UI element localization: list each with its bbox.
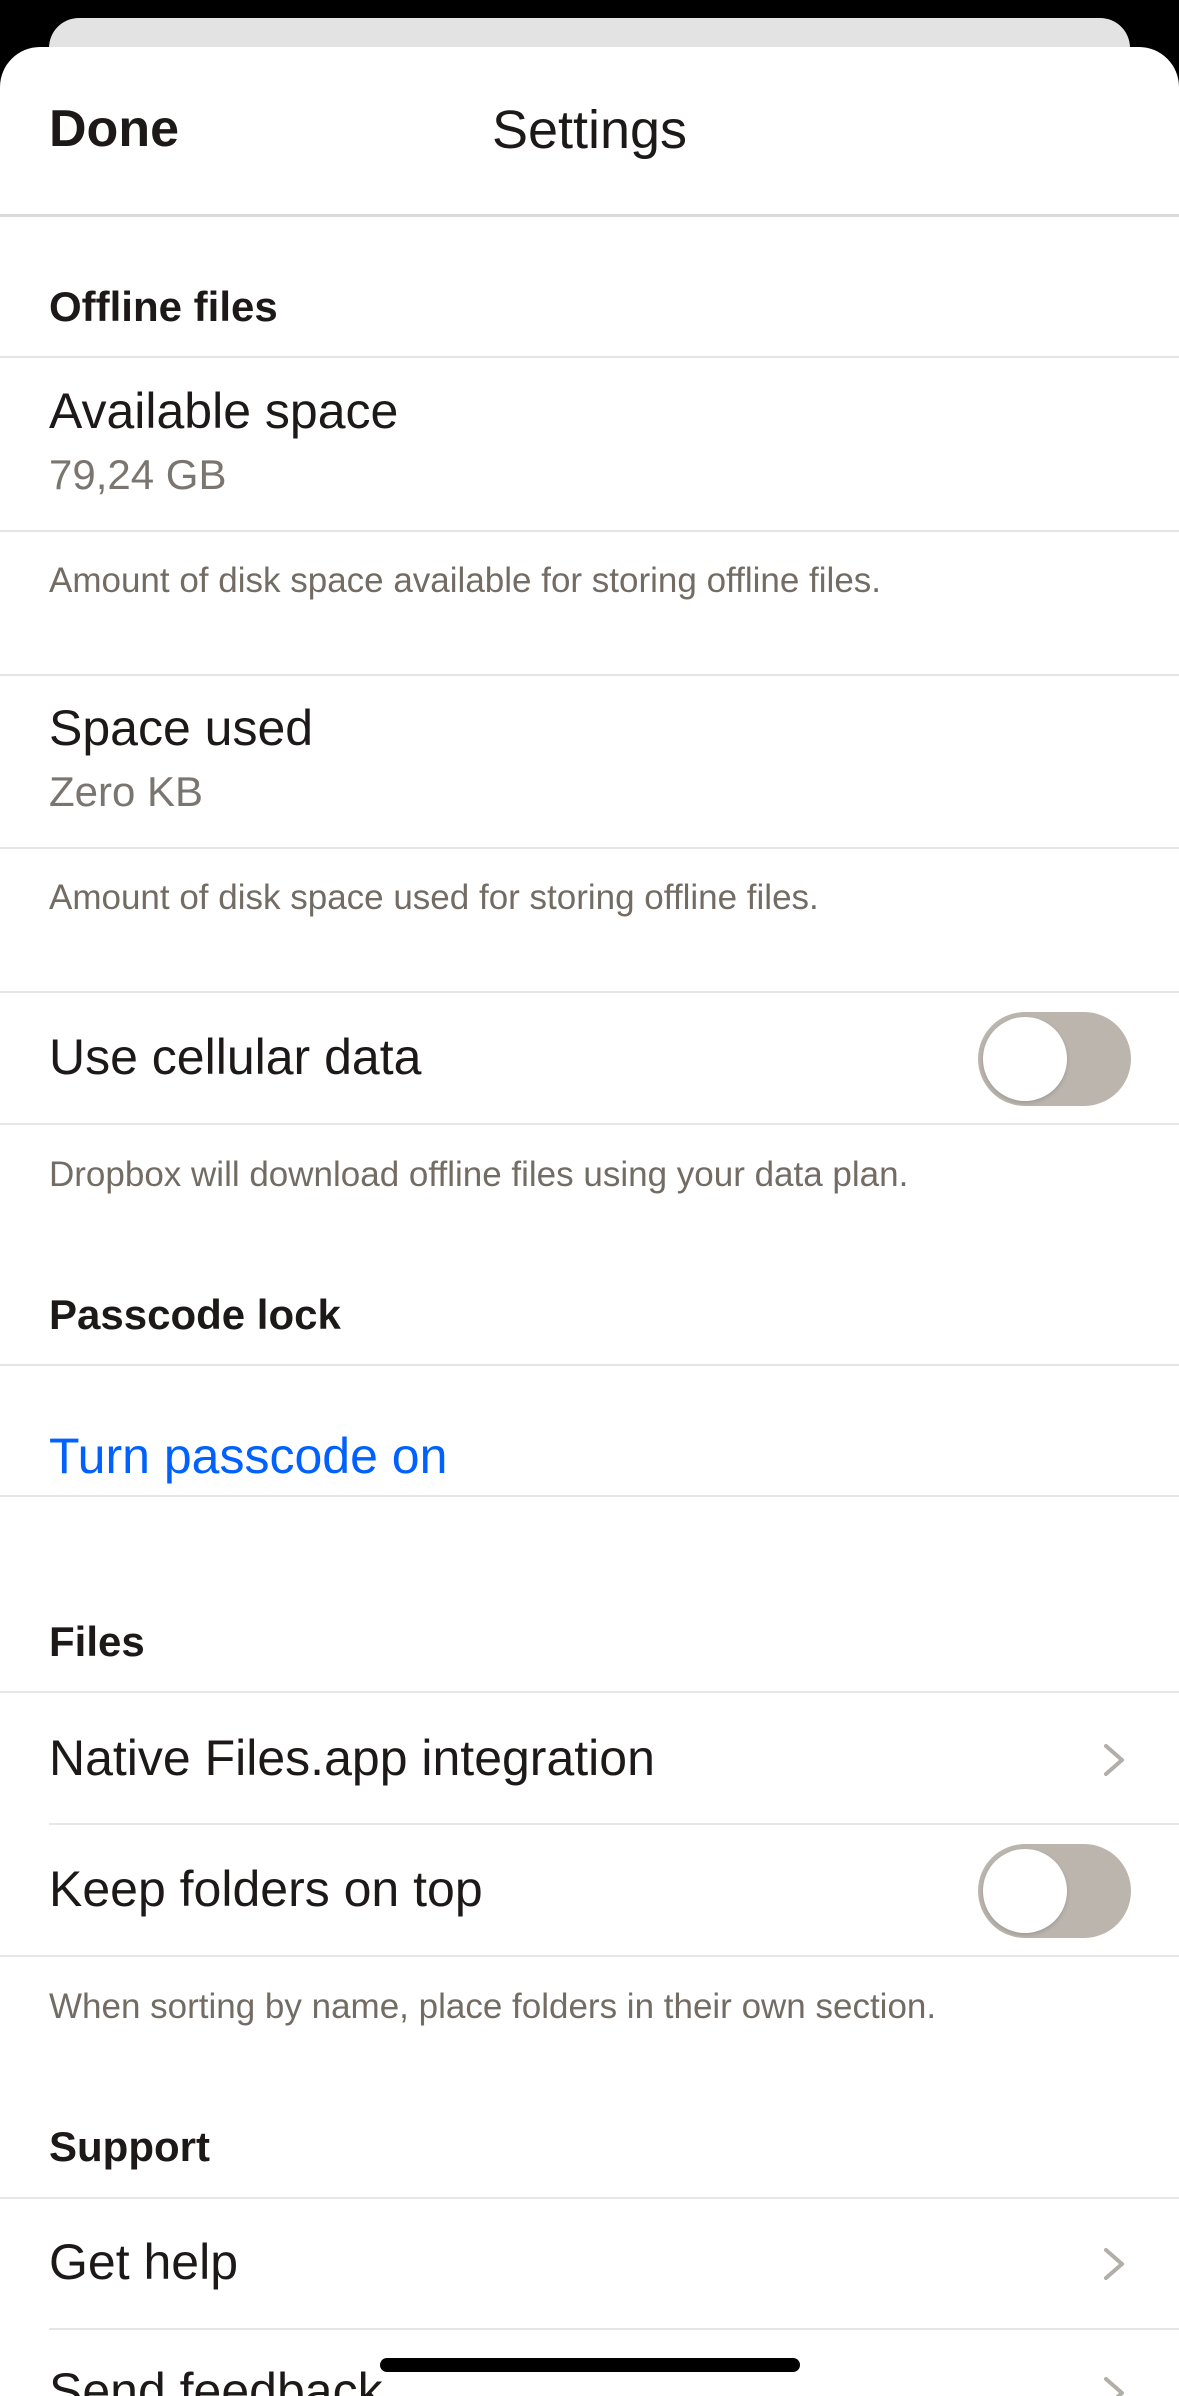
turn-passcode-on-link[interactable]: Turn passcode on [49,1427,447,1485]
divider [0,991,1179,993]
available-space-footnote: Amount of disk space available for stori… [49,561,882,600]
cellular-data-toggle[interactable] [978,1012,1131,1106]
settings-sheet: Done Settings Offline files Available sp… [0,47,1179,2396]
divider [0,1123,1179,1125]
section-header-offline-files: Offline files [49,283,278,330]
keep-folders-on-top-label: Keep folders on top [49,1861,483,1917]
divider [0,674,1179,676]
cellular-data-footnote: Dropbox will download offline files usin… [49,1155,909,1194]
section-header-files: Files [49,1618,145,1665]
cellular-data-label: Use cellular data [49,1029,422,1085]
home-indicator[interactable] [380,2358,800,2372]
divider [0,2197,1179,2199]
toggle-knob [983,1017,1067,1101]
chevron-right-icon[interactable] [1096,1742,1132,1778]
divider [49,2328,1179,2330]
available-space-value: 79,24 GB [49,451,227,498]
section-header-passcode-lock: Passcode lock [49,1291,341,1338]
keep-folders-on-top-toggle[interactable] [978,1844,1131,1938]
chevron-right-icon[interactable] [1096,2375,1132,2396]
divider [0,1691,1179,1693]
divider [0,847,1179,849]
divider [49,1823,1179,1825]
divider [0,356,1179,358]
available-space-title: Available space [49,383,399,439]
divider [0,1495,1179,1497]
section-header-support: Support [49,2123,210,2170]
native-files-integration-row[interactable]: Native Files.app integration [49,1729,655,1787]
toggle-knob [983,1849,1067,1933]
space-used-footnote: Amount of disk space used for storing of… [49,878,819,917]
space-used-value: Zero KB [49,768,204,815]
keep-folders-footnote: When sorting by name, place folders in t… [49,1987,937,2026]
get-help-row[interactable]: Get help [49,2233,238,2291]
chevron-right-icon[interactable] [1096,2246,1132,2282]
divider [0,530,1179,532]
header-divider [0,214,1179,217]
page-title: Settings [491,100,688,160]
space-used-title: Space used [49,700,314,756]
divider [0,1364,1179,1366]
divider [0,1955,1179,1957]
send-feedback-row[interactable]: Send feedback [49,2362,383,2396]
